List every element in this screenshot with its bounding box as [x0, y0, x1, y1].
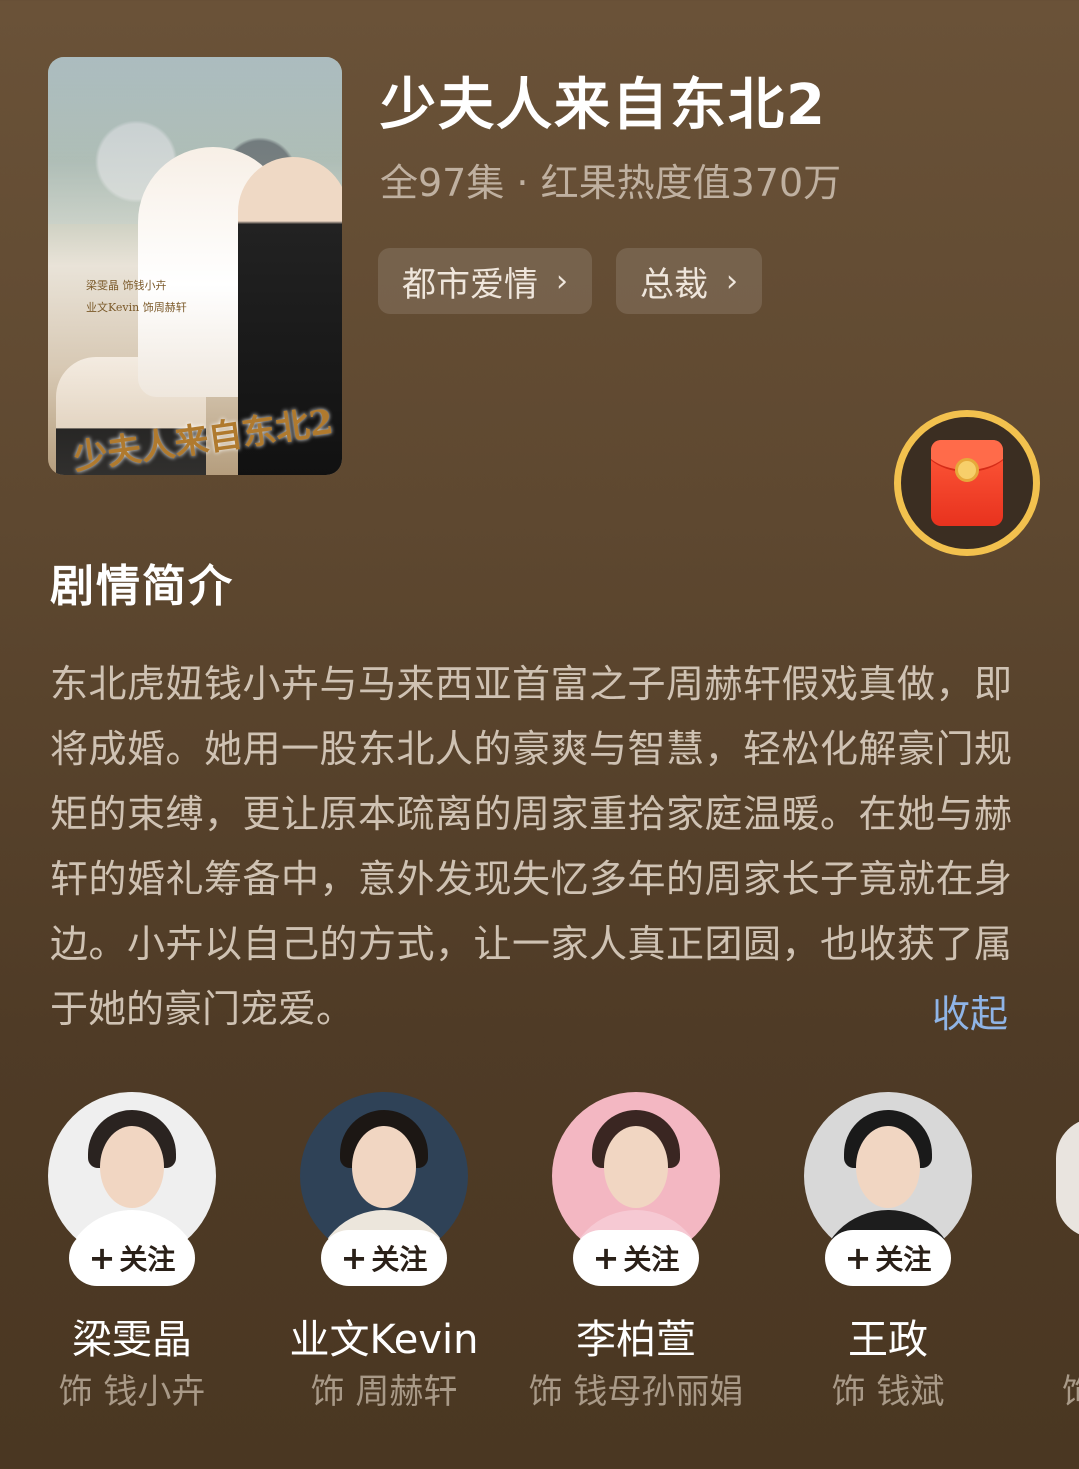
envelope-seal: [955, 458, 979, 482]
red-envelope-icon: [931, 440, 1003, 526]
follow-label: 关注: [371, 1243, 428, 1276]
collapse-button[interactable]: 收起: [932, 982, 1008, 1047]
follow-label: 关注: [623, 1243, 680, 1276]
cast-name: 王政: [848, 1317, 928, 1363]
cast-name: 李柏萱: [576, 1317, 696, 1363]
poster-cast-label: 梁雯晶 饰钱小卉 业文Kevin 饰周赫轩: [86, 275, 187, 319]
follow-button[interactable]: + 关注: [69, 1230, 195, 1286]
cast-name: 业文Kevin: [289, 1317, 479, 1363]
cast-role: 饰 钱小卉: [58, 1372, 206, 1412]
follow-label: 关注: [119, 1243, 176, 1276]
tag-list: 都市爱情 › 总裁 ›: [378, 248, 762, 314]
synopsis-heading: 剧情简介: [50, 561, 234, 612]
show-title: 少夫人来自东北2: [380, 73, 827, 138]
cast-role-partial: 饰: [1062, 1364, 1079, 1413]
plus-icon: +: [844, 1239, 872, 1277]
cast-role: 饰 钱斌: [831, 1372, 945, 1412]
follow-button[interactable]: + 关注: [321, 1230, 447, 1286]
avatar-face: [856, 1126, 920, 1208]
cast-name: 梁雯晶: [72, 1317, 192, 1363]
avatar-face: [604, 1126, 668, 1208]
plus-icon: +: [88, 1239, 116, 1277]
tag-ceo[interactable]: 总裁 ›: [616, 248, 762, 314]
tag-label: 总裁: [640, 264, 708, 305]
follow-button[interactable]: + 关注: [825, 1230, 951, 1286]
cast-item[interactable]: + 关注 王政 饰 钱斌: [804, 1092, 1056, 1412]
cast-list: + 关注 梁雯晶 饰 钱小卉 + 关注 业文Kevin 饰 周赫轩 + 关注 李…: [48, 1092, 1056, 1412]
chevron-right-icon: ›: [556, 263, 568, 299]
tag-label: 都市爱情: [402, 264, 538, 305]
synopsis-text: 东北虎妞钱小卉与马来西亚首富之子周赫轩假戏真做，即将成婚。她用一股东北人的豪爽与…: [50, 662, 1012, 1031]
plus-icon: +: [592, 1239, 620, 1277]
avatar-face: [100, 1126, 164, 1208]
avatar-face: [352, 1126, 416, 1208]
cast-role: 饰 钱母孙丽娟: [528, 1372, 744, 1412]
avatar-partial[interactable]: [1056, 1118, 1079, 1238]
poster-image[interactable]: 梁雯晶 饰钱小卉 业文Kevin 饰周赫轩 少夫人来自东北2: [48, 57, 342, 475]
follow-button[interactable]: + 关注: [573, 1230, 699, 1286]
red-envelope-button[interactable]: [894, 410, 1040, 556]
cast-role: 饰 周赫轩: [310, 1372, 458, 1412]
plus-icon: +: [340, 1239, 368, 1277]
poster-cast-line-2: 业文Kevin 饰周赫轩: [86, 301, 187, 314]
chevron-right-icon: ›: [726, 263, 738, 299]
poster-cast-line-1: 梁雯晶 饰钱小卉: [86, 279, 167, 292]
follow-label: 关注: [875, 1243, 932, 1276]
tag-urban-romance[interactable]: 都市爱情 ›: [378, 248, 592, 314]
show-meta: 全97集 · 红果热度值370万: [380, 161, 842, 205]
